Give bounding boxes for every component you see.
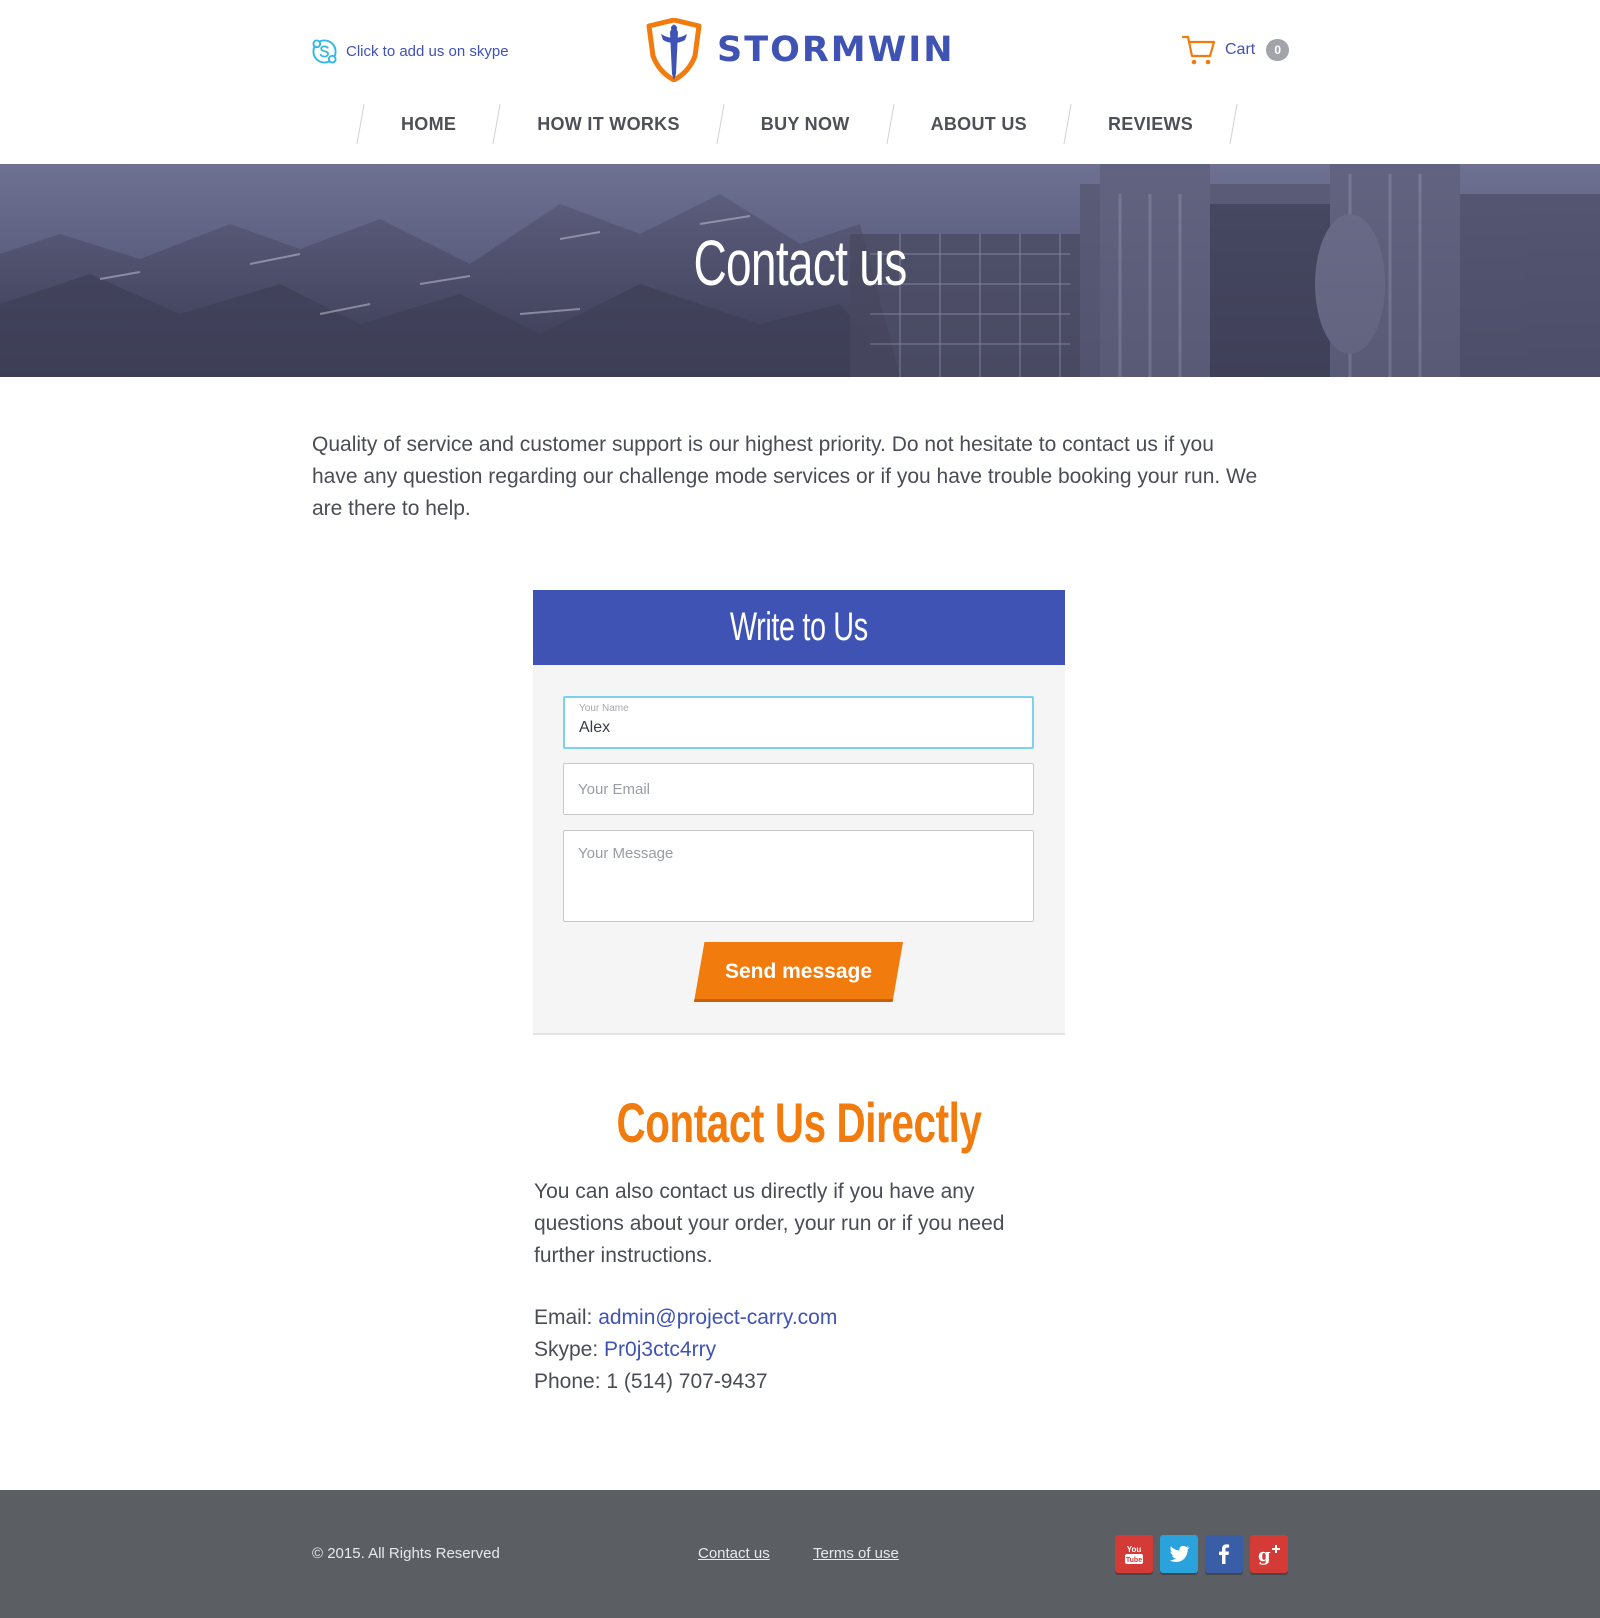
name-input[interactable]	[579, 716, 1018, 740]
logo-wordmark: STORMWIN	[717, 30, 955, 70]
site-footer: © 2015. All Rights Reserved Contact us T…	[0, 1490, 1600, 1618]
email-field	[563, 763, 1034, 815]
form-card-header: Write to Us	[533, 590, 1065, 665]
contact-form-card: Write to Us Your Name Send message	[533, 590, 1065, 1035]
intro-paragraph: Quality of service and customer support …	[312, 433, 1258, 520]
email-line: Email: admin@project-carry.com	[534, 1302, 837, 1334]
hero-banner: Contact us	[0, 164, 1600, 377]
email-input[interactable]	[578, 777, 1019, 801]
google-plus-button[interactable]: g	[1250, 1535, 1288, 1573]
svg-text:Tube: Tube	[1126, 1557, 1142, 1564]
cart-button[interactable]: Cart 0	[1182, 34, 1290, 66]
direct-contact-title: Contact Us Directly	[616, 1091, 982, 1154]
cart-count-badge: 0	[1266, 39, 1290, 61]
skype-link-label: Click to add us on skype	[346, 43, 509, 60]
twitter-icon	[1169, 1545, 1190, 1562]
phone-label: Phone:	[534, 1370, 601, 1393]
nav-item-how-it-works[interactable]: HOW IT WORKS	[497, 114, 720, 135]
direct-contact-text: You can also contact us directly if you …	[534, 1180, 1005, 1267]
footer-terms-link[interactable]: Terms of use	[813, 1545, 899, 1562]
email-label: Email:	[534, 1306, 593, 1329]
nav-item-about-us[interactable]: ABOUT US	[891, 114, 1067, 135]
twitter-button[interactable]	[1160, 1535, 1198, 1573]
site-header: Click to add us on skype STORMWIN Cart 0…	[0, 0, 1600, 164]
footer-contact-link[interactable]: Contact us	[698, 1545, 770, 1562]
youtube-button[interactable]: You Tube	[1115, 1535, 1153, 1573]
skype-id-link[interactable]: Pr0j3ctc4rry	[604, 1338, 716, 1361]
nav-item-reviews[interactable]: REVIEWS	[1068, 114, 1233, 135]
skype-line: Skype: Pr0j3ctc4rry	[534, 1334, 837, 1366]
skype-icon	[312, 39, 337, 64]
message-textarea[interactable]	[578, 845, 1019, 909]
svg-text:g: g	[1258, 1545, 1271, 1566]
shopping-cart-icon	[1182, 35, 1216, 65]
youtube-icon: You Tube	[1125, 1545, 1143, 1564]
main-nav: HOME HOW IT WORKS BUY NOW ABOUT US REVIE…	[356, 102, 1238, 146]
shield-sword-icon	[646, 18, 702, 82]
name-field: Your Name	[563, 696, 1034, 749]
cart-label: Cart	[1225, 41, 1256, 58]
contact-details: Email: admin@project-carry.com Skype: Pr…	[534, 1302, 837, 1398]
form-title: Write to Us	[730, 605, 868, 649]
facebook-icon	[1219, 1544, 1230, 1564]
svg-text:You: You	[1127, 1545, 1142, 1554]
facebook-button[interactable]	[1205, 1535, 1243, 1573]
message-field	[563, 830, 1034, 922]
name-field-label: Your Name	[579, 703, 629, 714]
skype-label: Skype:	[534, 1338, 599, 1361]
phone-value: 1 (514) 707-9437	[606, 1370, 768, 1393]
skype-add-link[interactable]: Click to add us on skype	[311, 38, 509, 65]
site-logo[interactable]: STORMWIN	[645, 18, 955, 82]
copyright-text: © 2015. All Rights Reserved	[312, 1545, 500, 1562]
phone-line: Phone: 1 (514) 707-9437	[534, 1366, 837, 1398]
google-plus-icon: g	[1258, 1545, 1280, 1566]
page-title: Contact us	[693, 227, 907, 299]
email-link[interactable]: admin@project-carry.com	[598, 1306, 837, 1329]
send-message-button[interactable]: Send message	[694, 942, 903, 1002]
nav-item-home[interactable]: HOME	[361, 114, 496, 135]
nav-item-buy-now[interactable]: BUY NOW	[721, 114, 890, 135]
